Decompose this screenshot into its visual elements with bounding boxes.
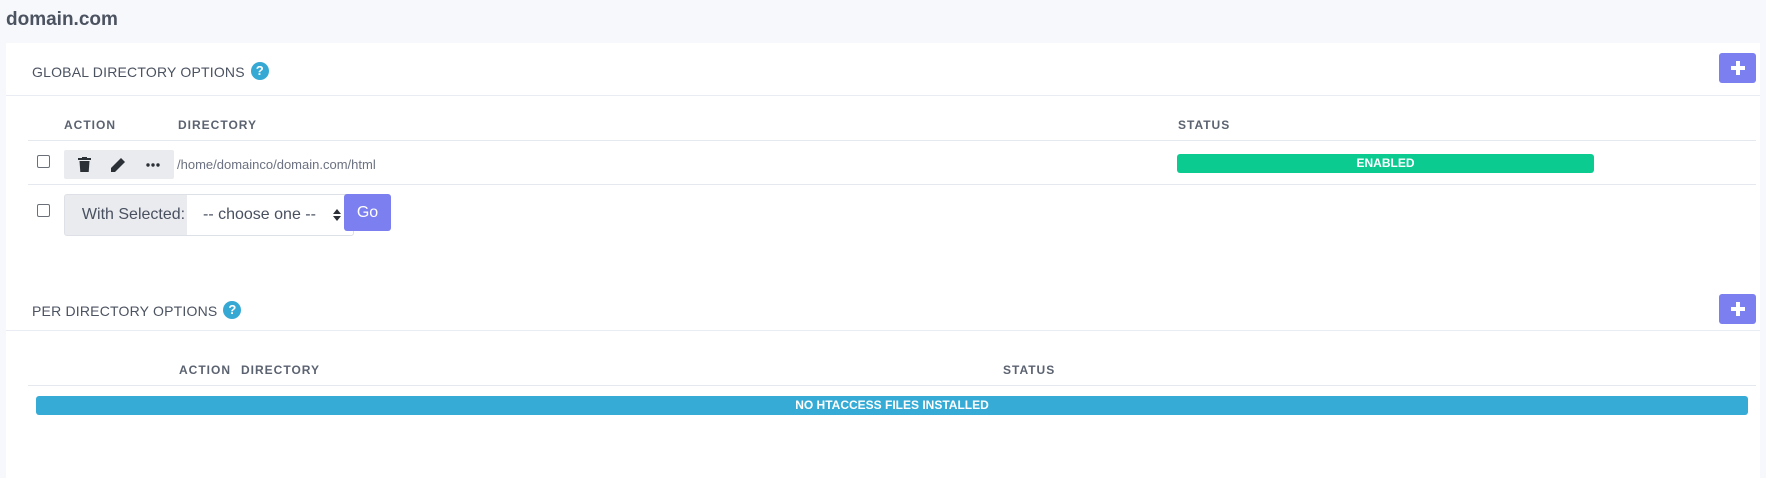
section-title-text: PER DIRECTORY OPTIONS bbox=[32, 303, 218, 319]
divider bbox=[28, 385, 1756, 386]
empty-state-banner: NO HTACCESS FILES INSTALLED bbox=[36, 396, 1748, 415]
trash-icon bbox=[77, 157, 91, 172]
ellipsis-icon bbox=[146, 162, 160, 167]
per-directory-options-card: PER DIRECTORY OPTIONS? ACTION DIRECTORY … bbox=[6, 284, 1760, 478]
bulk-action-select[interactable]: -- choose one -- bbox=[187, 194, 354, 236]
pencil-icon bbox=[111, 157, 126, 172]
column-header-directory: DIRECTORY bbox=[241, 363, 321, 377]
add-global-option-button[interactable] bbox=[1719, 53, 1756, 83]
global-directory-options-card: GLOBAL DIRECTORY OPTIONS? ACTION DIRECTO… bbox=[6, 43, 1760, 294]
bulk-action-select-value: -- choose one -- bbox=[203, 206, 316, 223]
select-all-checkbox[interactable] bbox=[37, 204, 50, 217]
column-header-action: ACTION bbox=[64, 118, 116, 132]
question-circle-icon[interactable]: ? bbox=[223, 301, 242, 319]
sort-arrows-icon bbox=[333, 209, 341, 221]
column-header-directory: DIRECTORY bbox=[178, 118, 258, 132]
divider bbox=[28, 184, 1756, 185]
section-title-text: GLOBAL DIRECTORY OPTIONS bbox=[32, 64, 245, 80]
row-action-group bbox=[64, 150, 174, 179]
row-checkbox[interactable] bbox=[37, 155, 50, 168]
page-title: domain.com bbox=[6, 9, 118, 30]
add-per-directory-option-button[interactable] bbox=[1719, 294, 1756, 324]
plus-icon bbox=[1730, 302, 1745, 316]
divider bbox=[28, 140, 1756, 141]
column-header-status: STATUS bbox=[1178, 118, 1231, 132]
directory-path: /home/domainco/domain.com/html bbox=[177, 157, 376, 172]
delete-button[interactable] bbox=[77, 157, 91, 172]
question-circle-icon[interactable]: ? bbox=[250, 62, 269, 80]
edit-button[interactable] bbox=[110, 157, 126, 173]
go-button[interactable]: Go bbox=[344, 194, 391, 231]
card-header: PER DIRECTORY OPTIONS? bbox=[6, 284, 1760, 331]
column-header-status: STATUS bbox=[1003, 363, 1056, 377]
section-title: GLOBAL DIRECTORY OPTIONS? bbox=[32, 62, 269, 80]
status-badge: ENABLED bbox=[1177, 154, 1594, 173]
plus-icon bbox=[1730, 61, 1745, 75]
more-button[interactable] bbox=[146, 162, 160, 167]
column-header-action: ACTION bbox=[179, 363, 231, 377]
card-header: GLOBAL DIRECTORY OPTIONS? bbox=[6, 43, 1760, 96]
with-selected-label: With Selected: bbox=[64, 194, 203, 236]
section-title: PER DIRECTORY OPTIONS? bbox=[32, 301, 242, 319]
